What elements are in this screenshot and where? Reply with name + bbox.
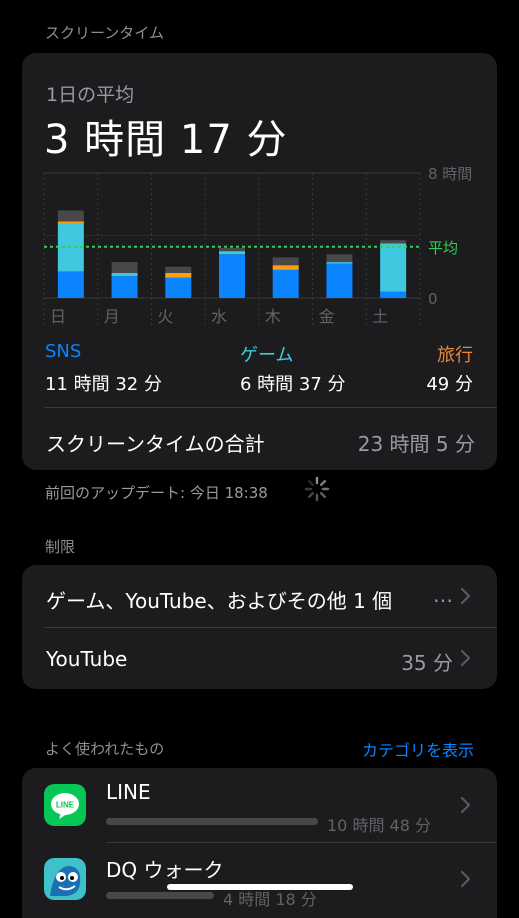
- category-time-sns: 11 時間 32 分: [45, 374, 162, 395]
- limits-header: 制限: [45, 538, 76, 556]
- bar-segment: [380, 243, 407, 292]
- x-tick-label: 火: [157, 307, 173, 326]
- limit-value: 35 分: [401, 651, 453, 675]
- category-time-travel: 49 分: [426, 374, 473, 395]
- app-row-line[interactable]: LINE LINE 10 時間 48 分: [22, 768, 497, 842]
- bar-segment: [111, 276, 138, 298]
- screen-time-header: スクリーンタイム: [45, 24, 164, 42]
- category-label-sns: SNS: [45, 341, 82, 362]
- app-name: DQ ウォーク: [106, 858, 224, 882]
- bar-segment: [326, 262, 353, 264]
- y-max-label: 8 時間: [428, 165, 472, 183]
- x-tick-label: 水: [211, 307, 227, 326]
- limit-row-games[interactable]: ゲーム、YouTube、およびその他 1 個 …: [22, 565, 497, 627]
- limit-label: ゲーム、YouTube、およびその他 1 個: [46, 589, 393, 613]
- bar-segment: [219, 248, 245, 252]
- category-label-travel: 旅行: [437, 345, 473, 366]
- bar-segment: [57, 210, 84, 222]
- total-label: スクリーンタイムの合計: [46, 432, 265, 456]
- line-app-icon: LINE: [44, 784, 86, 826]
- chevron-right-icon: [460, 796, 471, 814]
- usage-bar: [106, 892, 214, 899]
- x-tick-label: 木: [265, 307, 281, 326]
- average-label: 平均: [428, 239, 458, 257]
- bar-segment: [272, 265, 299, 270]
- chevron-right-icon: [460, 587, 471, 605]
- bar-segment: [326, 263, 353, 298]
- bar-segment: [57, 221, 84, 223]
- bar-segment: [111, 273, 138, 277]
- bar-segment: [165, 273, 192, 278]
- x-tick-label: 土: [372, 307, 388, 326]
- x-tick-label: 金: [319, 307, 335, 326]
- limit-label: YouTube: [46, 647, 128, 671]
- category-time-games: 6 時間 37 分: [240, 374, 346, 395]
- bar-segment: [165, 266, 192, 273]
- svg-text:LINE: LINE: [56, 801, 75, 810]
- bar-segment: [326, 254, 353, 263]
- bar-segment: [380, 291, 407, 298]
- limit-row-youtube[interactable]: YouTube 35 分: [22, 627, 497, 689]
- bar-segment: [272, 269, 299, 298]
- bar-segment: [272, 257, 299, 266]
- last-update-text: 前回のアップデート: 今日 18:38: [45, 484, 268, 502]
- show-categories-link[interactable]: カテゴリを表示: [362, 737, 474, 761]
- usage-bar-chart[interactable]: 日 月 火 水 木 金 土 8 時間平均 0: [22, 53, 497, 333]
- bar-segment: [57, 271, 84, 298]
- dq-walk-app-icon: [44, 858, 86, 900]
- category-label-games: ゲーム: [240, 345, 294, 366]
- bar-segment: [111, 262, 138, 273]
- limit-more-icon: …: [433, 583, 453, 607]
- loading-spinner-icon: [304, 476, 330, 502]
- limits-card: ゲーム、YouTube、およびその他 1 個 … YouTube 35 分: [22, 565, 497, 689]
- app-row-dq-walk[interactable]: DQ ウォーク 4 時間 18 分: [22, 842, 497, 918]
- most-used-card: LINE LINE 10 時間 48 分 DQ ウォーク 4 時間 18 分: [22, 768, 497, 918]
- bar-segment: [165, 277, 192, 298]
- most-used-header: よく使われたもの: [45, 740, 165, 758]
- chevron-right-icon: [460, 870, 471, 888]
- bar-segment: [219, 251, 245, 255]
- app-name: LINE: [106, 780, 151, 804]
- x-tick-label: 日: [50, 307, 66, 326]
- bar-segment: [380, 240, 407, 244]
- total-value: 23 時間 5 分: [357, 432, 475, 456]
- app-usage-time: 10 時間 48 分: [327, 816, 431, 835]
- home-indicator[interactable]: [167, 884, 353, 890]
- bar-segment: [219, 254, 245, 298]
- divider: [44, 407, 497, 408]
- screen-time-summary-card[interactable]: 1日の平均 3 時間 17 分 日月火水木金土8 時間 平均 0 SNS 11 時間…: [22, 53, 497, 470]
- chevron-right-icon: [460, 649, 471, 667]
- x-tick-label: 月: [104, 307, 120, 326]
- y-zero-label: 0: [428, 290, 438, 308]
- usage-bar: [106, 818, 318, 825]
